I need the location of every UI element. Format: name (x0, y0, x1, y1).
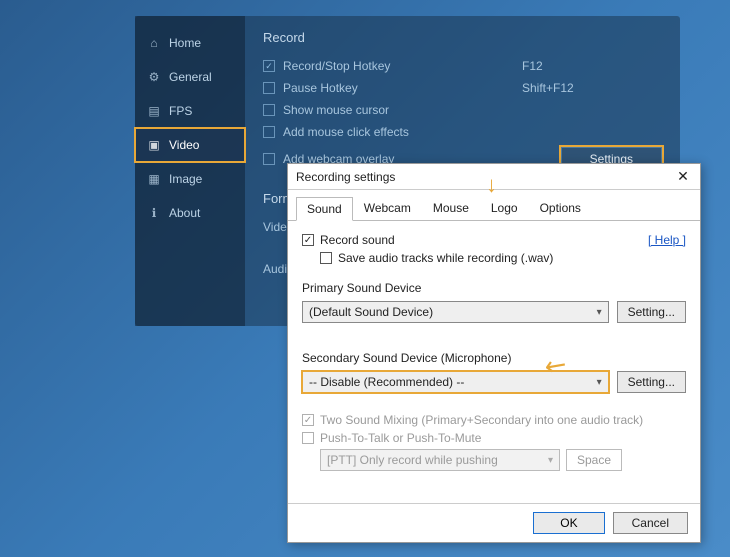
ptt-key-field: Space (566, 449, 622, 471)
chevron-down-icon: ▾ (548, 455, 553, 466)
sidebar-item-general[interactable]: ⚙ General (135, 60, 245, 94)
checkbox-icon[interactable] (263, 126, 275, 138)
dialog-body: ✓ Record sound [ Help ] Save audio track… (288, 221, 700, 503)
image-icon: ▦ (147, 172, 161, 186)
sidebar-item-about[interactable]: ℹ About (135, 196, 245, 230)
secondary-device-label: Secondary Sound Device (Microphone) (302, 351, 686, 365)
sidebar-item-label: General (169, 70, 212, 84)
tab-mouse[interactable]: Mouse (422, 196, 480, 220)
close-icon[interactable]: ✕ (674, 168, 692, 185)
sidebar-item-label: Home (169, 36, 201, 50)
opt-label: Pause Hotkey (283, 81, 358, 95)
ptt-label: Push-To-Talk or Push-To-Mute (320, 431, 481, 445)
sidebar-item-fps[interactable]: ▤ FPS (135, 94, 245, 128)
gear-icon: ⚙ (147, 70, 161, 84)
checkbox-icon[interactable]: ✓ (263, 60, 275, 72)
help-link[interactable]: [ Help ] (648, 233, 686, 247)
opt-label: Add mouse click effects (283, 125, 409, 139)
secondary-setting-button[interactable]: Setting... (617, 371, 686, 393)
tab-sound[interactable]: Sound (296, 197, 353, 221)
primary-setting-button[interactable]: Setting... (617, 301, 686, 323)
opt-label: Show mouse cursor (283, 103, 389, 117)
ptt-checkbox (302, 432, 314, 444)
dialog-footer: OK Cancel (288, 503, 700, 542)
checkbox-icon[interactable] (263, 82, 275, 94)
opt-value: Shift+F12 (522, 81, 662, 95)
opt-label: Record/Stop Hotkey (283, 59, 390, 73)
opt-show-cursor[interactable]: Show mouse cursor (263, 99, 662, 121)
sidebar-item-label: FPS (169, 104, 192, 118)
info-icon: ℹ (147, 206, 161, 220)
tab-logo[interactable]: Logo (480, 196, 529, 220)
sidebar-item-home[interactable]: ⌂ Home (135, 26, 245, 60)
chevron-down-icon: ▾ (597, 307, 602, 318)
cancel-button[interactable]: Cancel (613, 512, 688, 534)
checkbox-icon[interactable] (263, 153, 275, 165)
primary-device-value: (Default Sound Device) (309, 305, 433, 319)
save-tracks-checkbox[interactable] (320, 252, 332, 264)
sidebar-item-image[interactable]: ▦ Image (135, 162, 245, 196)
sidebar: ⌂ Home ⚙ General ▤ FPS ▣ Video ▦ Image ℹ… (135, 16, 245, 326)
fps-icon: ▤ (147, 104, 161, 118)
sidebar-item-label: Video (169, 138, 199, 152)
recording-settings-dialog: Recording settings ✕ Sound Webcam Mouse … (287, 163, 701, 543)
secondary-device-value: -- Disable (Recommended) -- (309, 375, 464, 389)
two-mix-checkbox: ✓ (302, 414, 314, 426)
ptt-mode-select: [PTT] Only record while pushing ▾ (320, 449, 560, 471)
video-icon: ▣ (147, 138, 161, 152)
opt-record-hotkey[interactable]: ✓ Record/Stop Hotkey F12 (263, 55, 662, 77)
checkbox-icon[interactable] (263, 104, 275, 116)
record-sound-label: Record sound (320, 233, 395, 247)
save-tracks-label: Save audio tracks while recording (.wav) (338, 251, 553, 265)
opt-click-effects[interactable]: Add mouse click effects (263, 121, 662, 143)
record-sound-checkbox[interactable]: ✓ (302, 234, 314, 246)
two-mix-label: Two Sound Mixing (Primary+Secondary into… (320, 413, 643, 427)
opt-value: F12 (522, 59, 662, 73)
chevron-down-icon: ▾ (597, 377, 602, 388)
sidebar-item-video[interactable]: ▣ Video (135, 128, 245, 162)
primary-device-label: Primary Sound Device (302, 281, 686, 295)
tab-options[interactable]: Options (529, 196, 592, 220)
record-section-title: Record (263, 30, 662, 45)
sidebar-item-label: Image (169, 172, 202, 186)
primary-device-select[interactable]: (Default Sound Device) ▾ (302, 301, 609, 323)
dialog-title: Recording settings (296, 170, 395, 184)
home-icon: ⌂ (147, 36, 161, 50)
opt-pause-hotkey[interactable]: Pause Hotkey Shift+F12 (263, 77, 662, 99)
annotation-arrow-down-icon: ↓ (486, 172, 497, 198)
sidebar-item-label: About (169, 206, 200, 220)
ptt-mode-value: [PTT] Only record while pushing (327, 453, 498, 467)
tab-webcam[interactable]: Webcam (353, 196, 422, 220)
ok-button[interactable]: OK (533, 512, 604, 534)
